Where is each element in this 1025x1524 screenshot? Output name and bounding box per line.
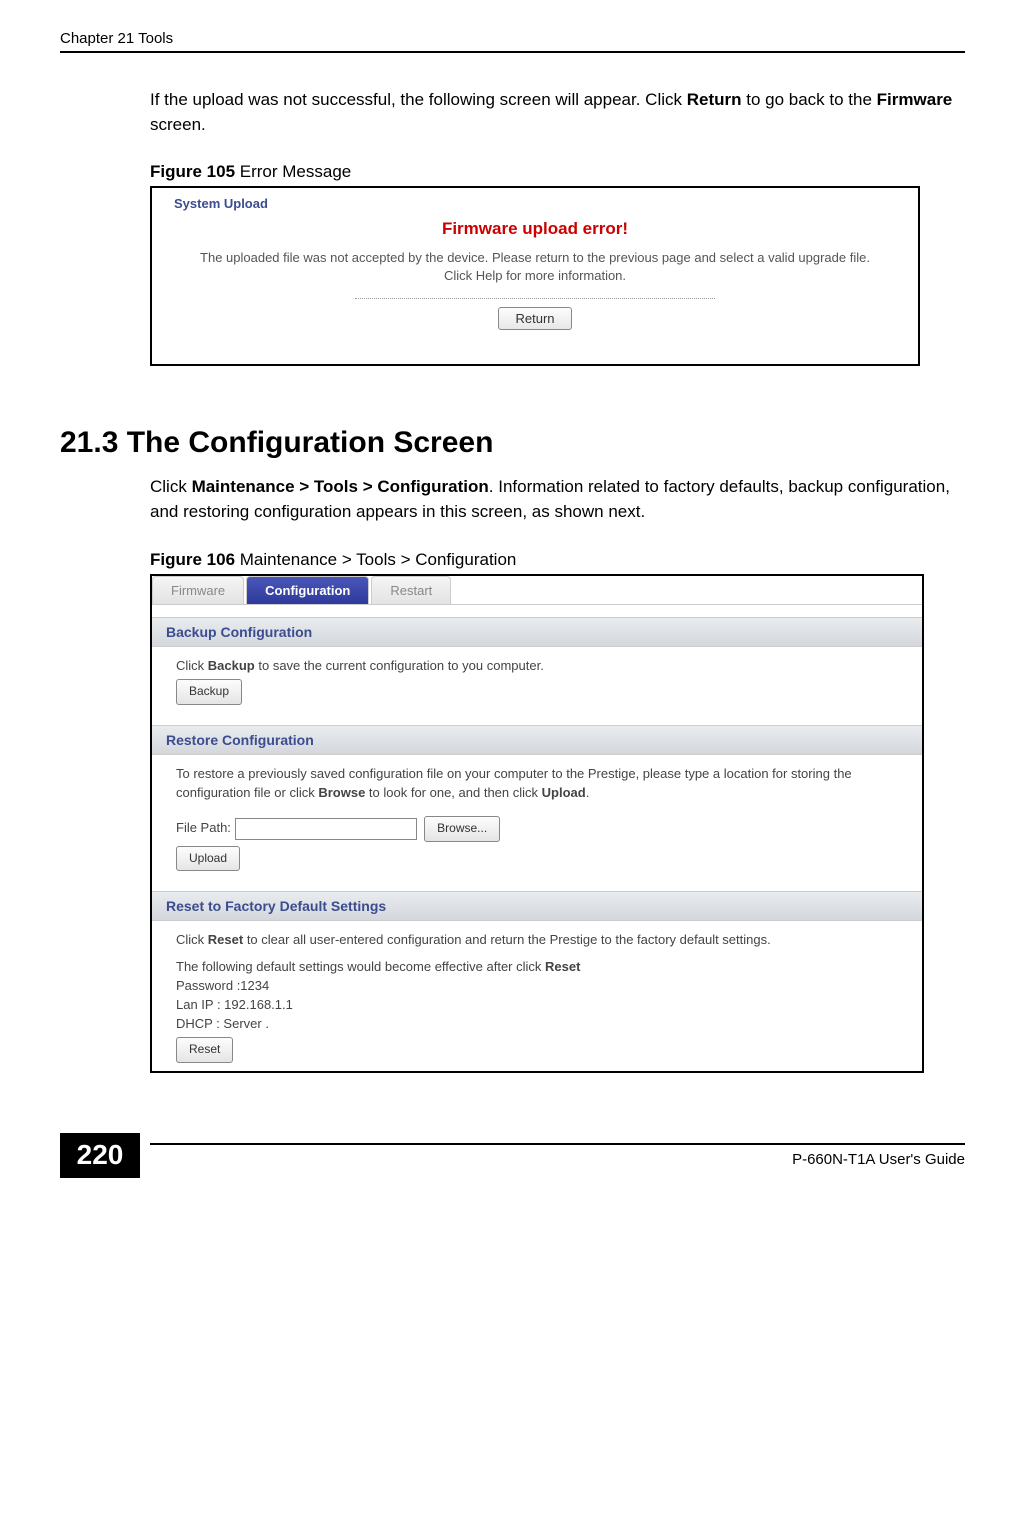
intro-paragraph: If the upload was not successful, the fo…: [150, 88, 965, 137]
tab-configuration[interactable]: Configuration: [246, 576, 369, 604]
restore-content: To restore a previously saved configurat…: [152, 755, 922, 879]
tabs: Firmware Configuration Restart: [152, 576, 922, 605]
system-upload-title: System Upload: [152, 188, 918, 217]
backup-button[interactable]: Backup: [176, 679, 242, 704]
file-path-input[interactable]: [235, 818, 417, 840]
chapter-header: Chapter 21 Tools: [60, 30, 965, 53]
browse-button[interactable]: Browse...: [424, 816, 500, 841]
figure-105: System Upload Firmware upload error! The…: [150, 186, 920, 366]
page-number: 220: [60, 1133, 140, 1178]
separator: [355, 298, 715, 299]
figure-106-title: Maintenance > Tools > Configuration: [235, 550, 516, 569]
figure-106-caption: Figure 106 Maintenance > Tools > Configu…: [150, 550, 965, 570]
default-dhcp: DHCP : Server .: [176, 1015, 902, 1034]
backup-heading: Backup Configuration: [152, 617, 922, 647]
backup-content: Click Backup to save the current configu…: [152, 647, 922, 713]
tab-restart[interactable]: Restart: [371, 576, 451, 604]
file-path-label: File Path:: [176, 820, 231, 835]
section-paragraph: Click Maintenance > Tools > Configuratio…: [150, 475, 965, 524]
tab-firmware[interactable]: Firmware: [152, 576, 244, 604]
figure-105-label: Figure 105: [150, 162, 235, 181]
upload-button[interactable]: Upload: [176, 846, 240, 871]
figure-105-title: Error Message: [235, 162, 351, 181]
reset-content: Click Reset to clear all user-entered co…: [152, 921, 922, 1071]
figure-106-label: Figure 106: [150, 550, 235, 569]
default-lanip: Lan IP : 192.168.1.1: [176, 996, 902, 1015]
section-heading: 21.3 The Configuration Screen: [60, 426, 965, 460]
guide-name: P-660N-T1A User's Guide: [150, 1143, 965, 1168]
page-footer: 220 P-660N-T1A User's Guide: [60, 1133, 965, 1178]
default-password: Password :1234: [176, 977, 902, 996]
firmware-error-heading: Firmware upload error!: [152, 219, 918, 239]
reset-heading: Reset to Factory Default Settings: [152, 891, 922, 921]
figure-106: Firmware Configuration Restart Backup Co…: [150, 574, 924, 1073]
figure-105-caption: Figure 105 Error Message: [150, 162, 965, 182]
firmware-error-message: The uploaded file was not accepted by th…: [192, 249, 878, 285]
reset-button[interactable]: Reset: [176, 1037, 233, 1062]
return-button[interactable]: Return: [498, 307, 571, 330]
restore-heading: Restore Configuration: [152, 725, 922, 755]
